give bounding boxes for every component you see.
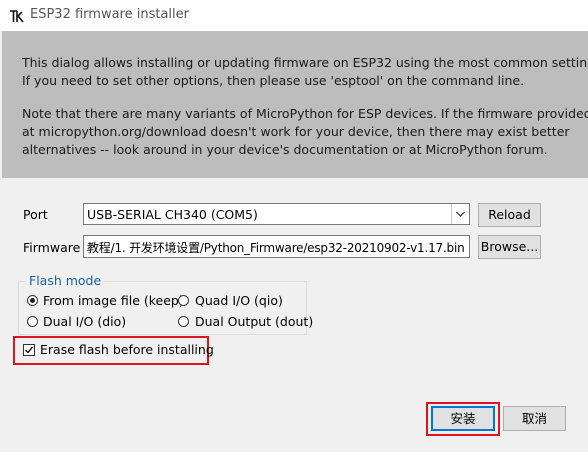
info-text-line: alternatives -- look around in your devi… [22,142,548,157]
erase-flash-label[interactable]: Erase flash before installing [40,342,214,357]
radio-from-image[interactable] [27,295,38,306]
port-label: Port [23,207,48,222]
radio-label-dout[interactable]: Dual Output (dout) [195,314,313,329]
port-select[interactable]: USB-SERIAL CH340 (COM5) [83,203,470,225]
radio-label-qio[interactable]: Quad I/O (qio) [195,293,283,308]
info-text-line: This dialog allows installing or updatin… [22,55,588,70]
info-text-line: Note that there are many variants of Mic… [22,106,588,121]
firmware-label: Firmware [23,240,81,255]
flash-mode-legend: Flash mode [26,273,105,288]
browse-button[interactable]: Browse... [478,235,541,259]
install-button[interactable]: 安装 [431,406,495,431]
radio-label-from-image[interactable]: From image file (keep) [43,293,184,308]
radio-dio[interactable] [27,316,38,327]
radio-selected-dot [30,298,35,303]
firmware-path-field[interactable]: 教程/1. 开发环境设置/Python_Firmware/esp32-20210… [83,235,470,258]
tk-feather-icon [10,10,24,23]
port-select-value: USB-SERIAL CH340 (COM5) [87,207,258,222]
erase-flash-checkbox[interactable] [23,344,35,356]
chevron-down-icon[interactable] [451,204,469,224]
firmware-path-value: 教程/1. 开发环境设置/Python_Firmware/esp32-20210… [87,241,465,255]
radio-label-dio[interactable]: Dual I/O (dio) [43,314,126,329]
radio-qio[interactable] [178,295,189,306]
reload-button[interactable]: Reload [478,203,541,227]
radio-dout[interactable] [178,316,189,327]
info-text-line: If you need to set other options, then p… [22,73,525,88]
window-title: ESP32 firmware installer [30,7,189,22]
checkmark-icon [25,346,34,354]
cancel-button[interactable]: 取消 [503,406,566,431]
title-bar: ESP32 firmware installer [0,0,588,31]
info-text-line: at micropython.org/download doesn't work… [22,124,570,139]
